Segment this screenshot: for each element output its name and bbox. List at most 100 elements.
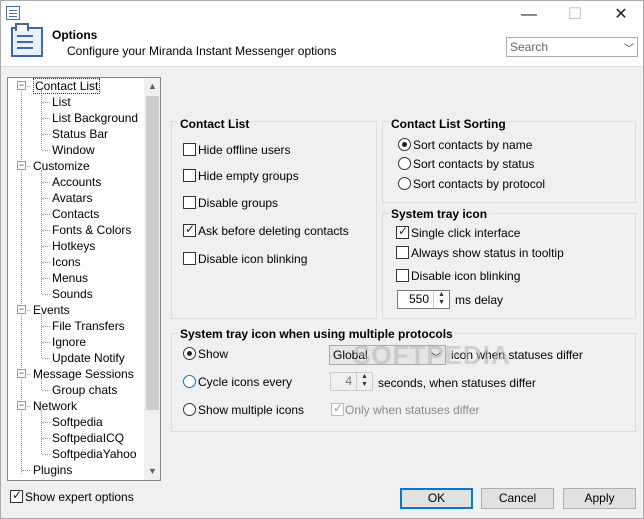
cycle-icons-radio[interactable]	[183, 375, 196, 388]
tree-guide	[41, 90, 42, 150]
tree-item[interactable]: File Transfers	[52, 318, 125, 334]
tree-item[interactable]: SoftpediaICQ	[52, 430, 124, 446]
tree-item-label: Message Sessions	[33, 367, 134, 381]
tree-connector	[42, 246, 50, 247]
tree-item-label: List Background	[52, 111, 139, 125]
tree-item[interactable]: Icons	[52, 254, 81, 270]
tree-item-label: Contact List	[33, 78, 101, 94]
show-suffix-label: icon when statuses differ	[451, 348, 583, 362]
tree-item[interactable]: Avatars	[52, 190, 92, 206]
tree-item[interactable]: Accounts	[52, 174, 101, 190]
tree-guide	[41, 410, 42, 454]
tree-item[interactable]: SoftpediaYahoo	[52, 446, 137, 462]
show-multiple-icons-radio[interactable]	[183, 403, 196, 416]
spin-up-icon[interactable]: ▲	[434, 291, 449, 299]
search-combo[interactable]: ﹀	[506, 37, 638, 57]
tree-item-label: Accounts	[52, 175, 102, 189]
tree-item[interactable]: Customize	[33, 158, 90, 174]
contact-list-group-title: Contact List	[178, 117, 252, 131]
tree-item-label: Window	[52, 143, 95, 157]
minimize-button[interactable]: —	[506, 1, 552, 31]
always-status-checkbox[interactable]	[396, 246, 409, 259]
scroll-up-icon[interactable]: ▲	[144, 78, 160, 95]
chevron-down-icon[interactable]: ﹀	[431, 349, 441, 364]
disable-groups-label: Disable groups	[198, 196, 279, 210]
sort-by-status-radio[interactable]	[398, 157, 411, 170]
tree-item[interactable]: Window	[52, 142, 95, 158]
tray-disable-blinking-checkbox[interactable]	[396, 269, 409, 282]
tree-guide	[21, 82, 22, 474]
tree-item[interactable]: Update Notify	[52, 350, 125, 366]
tree-item[interactable]: Sounds	[52, 286, 93, 302]
tree-item-label: Sounds	[52, 287, 93, 301]
hide-offline-label: Hide offline users	[198, 143, 291, 157]
options-header: Options Configure your Miranda Instant M…	[1, 23, 643, 67]
tree-item[interactable]: Events	[33, 302, 70, 318]
tree-item[interactable]: List	[52, 94, 71, 110]
collapse-icon[interactable]: −	[17, 161, 26, 170]
hide-empty-groups-checkbox[interactable]	[183, 169, 196, 182]
blink-delay-spinner[interactable]: 550 ▲ ▼	[397, 290, 450, 309]
ask-before-deleting-checkbox[interactable]	[183, 222, 196, 237]
sort-by-protocol-label: Sort contacts by protocol	[413, 177, 546, 191]
tree-item[interactable]: Menus	[52, 270, 88, 286]
disable-groups-checkbox[interactable]	[183, 196, 196, 209]
hide-offline-checkbox[interactable]	[183, 143, 196, 156]
sorting-group-title: Contact List Sorting	[389, 117, 508, 131]
tree-item-label: SoftpediaICQ	[52, 431, 125, 445]
chevron-down-icon[interactable]: ﹀	[624, 40, 634, 55]
scroll-thumb[interactable]	[146, 96, 159, 410]
tree-item-label: List	[52, 95, 71, 109]
app-icon[interactable]	[6, 6, 20, 20]
tree-item[interactable]: Group chats	[52, 382, 117, 398]
tree-item-label: Avatars	[52, 191, 93, 205]
collapse-icon[interactable]: −	[17, 369, 26, 378]
tree-connector	[42, 118, 50, 119]
tree-scrollbar[interactable]: ▲ ▼	[144, 78, 160, 480]
multi-protocol-group-title: System tray icon when using multiple pro…	[178, 327, 455, 341]
tree-item-label: Menus	[52, 271, 89, 285]
tree-item[interactable]: Message Sessions	[33, 366, 134, 382]
tree-item[interactable]: Network	[33, 398, 77, 414]
tree-item[interactable]: Ignore	[52, 334, 86, 350]
tree-connector	[42, 182, 50, 183]
tree-item-label: Hotkeys	[52, 239, 96, 253]
disable-icon-blinking-label: Disable icon blinking	[198, 252, 308, 266]
tree-item[interactable]: Contact List	[33, 78, 101, 94]
show-expert-options-checkbox[interactable]	[10, 488, 23, 503]
sort-by-protocol-radio[interactable]	[398, 177, 411, 190]
tree-item[interactable]: Status Bar	[52, 126, 108, 142]
collapse-icon[interactable]: −	[17, 401, 26, 410]
show-icon-combo[interactable]: Global ﹀	[329, 345, 446, 365]
sort-by-name-radio[interactable]	[398, 138, 411, 151]
apply-button[interactable]: Apply	[563, 488, 636, 509]
collapse-icon[interactable]: −	[17, 81, 26, 90]
tree-item[interactable]: Plugins	[33, 462, 72, 478]
blink-delay-value[interactable]: 550	[409, 292, 429, 306]
tree-item[interactable]: Hotkeys	[52, 238, 95, 254]
page-title: Options	[52, 28, 98, 42]
tree-item[interactable]: List Background	[52, 110, 138, 126]
options-tree[interactable]: Contact List − List List Background Status B…	[7, 77, 161, 481]
search-input[interactable]	[507, 38, 619, 56]
tree-connector	[22, 470, 30, 471]
tree-item[interactable]: Fonts & Colors	[52, 222, 131, 238]
cancel-button[interactable]: Cancel	[481, 488, 554, 509]
disable-icon-blinking-checkbox[interactable]	[183, 252, 196, 265]
tree-item-label: Fonts & Colors	[52, 223, 132, 237]
tree-item-label: SoftpediaYahoo	[52, 447, 137, 461]
collapse-icon[interactable]: −	[17, 305, 26, 314]
tree-item-label: Customize	[33, 159, 90, 173]
tree-connector	[42, 438, 50, 439]
tree-connector	[42, 390, 50, 391]
ok-button[interactable]: OK	[400, 488, 473, 509]
tree-item[interactable]: Contacts	[52, 206, 99, 222]
show-radio[interactable]	[183, 347, 196, 360]
tree-item[interactable]: Softpedia	[52, 414, 103, 430]
spin-down-icon[interactable]: ▼	[434, 299, 449, 307]
tree-connector	[42, 422, 50, 423]
single-click-checkbox[interactable]	[396, 224, 409, 239]
close-button[interactable]: ✕	[598, 1, 644, 31]
options-panel: Contact List Hide offline users Hide emp…	[167, 77, 639, 481]
scroll-down-icon[interactable]: ▼	[144, 463, 160, 480]
